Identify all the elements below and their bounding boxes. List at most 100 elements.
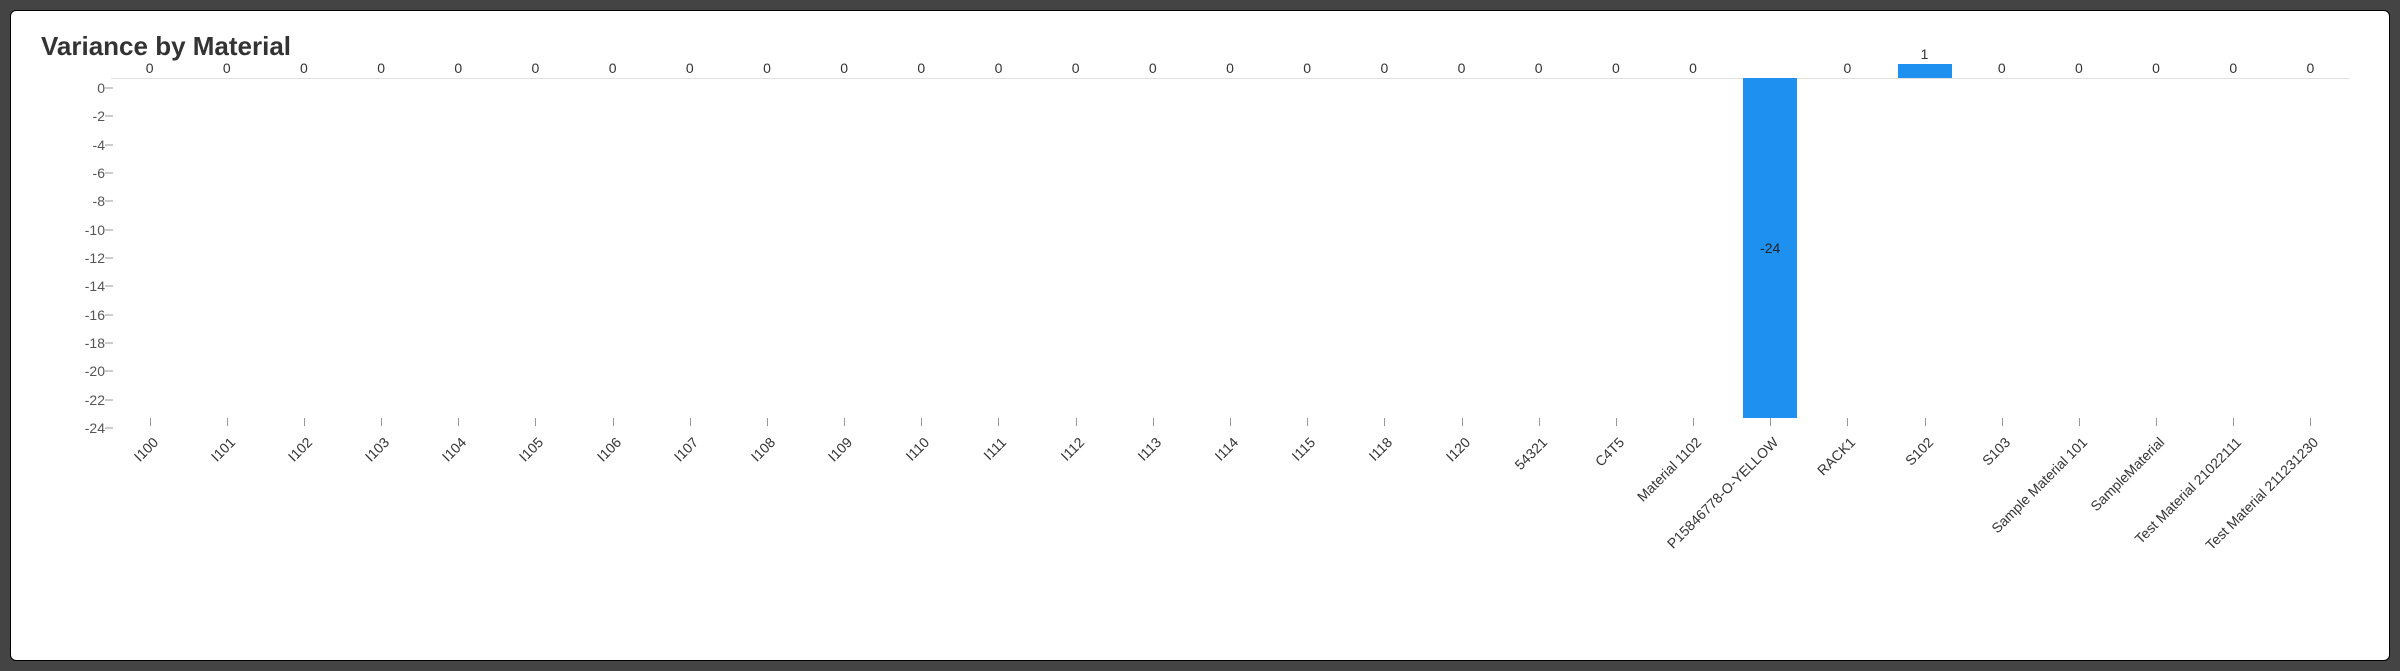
- bar-slot: 0I102: [265, 68, 342, 618]
- y-tick-label: -20: [85, 363, 105, 379]
- bar-slot: 0SampleMaterial: [2117, 68, 2194, 618]
- x-tick-mark: [1307, 418, 1308, 426]
- x-tick-mark: [2079, 418, 2080, 426]
- bar-slot: 0I103: [343, 68, 420, 618]
- x-tick-mark: [1616, 418, 1617, 426]
- x-tick-label: I101: [207, 434, 238, 465]
- bar-slot: 0I101: [188, 68, 265, 618]
- x-tick-mark: [1770, 418, 1771, 426]
- bar-value-label: 0: [1191, 60, 1268, 76]
- y-tick-label: -24: [85, 420, 105, 436]
- bar-value-label: 0: [343, 60, 420, 76]
- x-tick-mark: [1925, 418, 1926, 426]
- x-tick-mark: [1153, 418, 1154, 426]
- bar-slot: 0I118: [1346, 68, 1423, 618]
- bar-slot: 0I108: [728, 68, 805, 618]
- y-tick-label: -6: [93, 165, 105, 181]
- bar-slot: 0I115: [1269, 68, 1346, 618]
- x-tick-mark: [150, 418, 151, 426]
- x-tick-mark: [690, 418, 691, 426]
- bar-value-label: 0: [1037, 60, 1114, 76]
- bar-value-label: 0: [1963, 60, 2040, 76]
- x-tick-label: C4T5: [1592, 434, 1628, 470]
- x-tick-mark: [458, 418, 459, 426]
- x-tick-label: I103: [362, 434, 393, 465]
- bar-slot: 0I109: [806, 68, 883, 618]
- x-tick-mark: [1384, 418, 1385, 426]
- bar-slot: 0I104: [420, 68, 497, 618]
- chart-title: Variance by Material: [41, 31, 2359, 62]
- x-tick-mark: [998, 418, 999, 426]
- bar-slot: 0Test Material 21022111: [2195, 68, 2272, 618]
- x-tick-mark: [1539, 418, 1540, 426]
- bar-value-label: -24: [1732, 240, 1809, 256]
- bar-value-label: 0: [883, 60, 960, 76]
- y-tick-label: 0: [97, 80, 105, 96]
- x-tick-label: I109: [825, 434, 856, 465]
- bar-value-label: 0: [1346, 60, 1423, 76]
- chart-area: 0-2-4-6-8-10-12-14-16-18-20-22-24 0I1000…: [41, 68, 2359, 628]
- x-tick-label: RACK1: [1814, 434, 1858, 478]
- x-tick-mark: [2156, 418, 2157, 426]
- y-tick-label: -4: [93, 137, 105, 153]
- bar-value-label: 0: [1577, 60, 1654, 76]
- bar-slot: 0I106: [574, 68, 651, 618]
- y-tick-label: -18: [85, 335, 105, 351]
- bar-value-label: 0: [574, 60, 651, 76]
- bar-slot: 0Test Material 211231230: [2272, 68, 2349, 618]
- x-tick-mark: [1230, 418, 1231, 426]
- x-tick-mark: [304, 418, 305, 426]
- x-tick-mark: [535, 418, 536, 426]
- x-tick-mark: [2233, 418, 2234, 426]
- x-tick-label: I120: [1442, 434, 1473, 465]
- bar-slot: 0I110: [883, 68, 960, 618]
- bar-slot: 0S103: [1963, 68, 2040, 618]
- x-tick-label: 54321: [1511, 434, 1550, 473]
- x-tick-label: I104: [439, 434, 470, 465]
- bar-slot: 0RACK1: [1809, 68, 1886, 618]
- bar-value-label: 0: [1809, 60, 1886, 76]
- bar-slot: 0I107: [651, 68, 728, 618]
- bar-slot: 0I112: [1037, 68, 1114, 618]
- y-tick-label: -16: [85, 307, 105, 323]
- x-tick-label: I110: [903, 434, 933, 464]
- bar-slot: 0C4T5: [1577, 68, 1654, 618]
- bar-value-label: 0: [1500, 60, 1577, 76]
- x-tick-label: I115: [1289, 434, 1319, 464]
- bar-value-label: 0: [1269, 60, 1346, 76]
- bar-slot: 0I113: [1114, 68, 1191, 618]
- bar-slot: 0I100: [111, 68, 188, 618]
- x-tick-label: I118: [1366, 434, 1396, 464]
- x-tick-label: S102: [1901, 434, 1935, 468]
- bar-value-label: 1: [1886, 46, 1963, 62]
- bar-slot: -24P15846778-O-YELLOW: [1732, 68, 1809, 618]
- bar-slot: 0I105: [497, 68, 574, 618]
- chart-card: Variance by Material 0-2-4-6-8-10-12-14-…: [10, 10, 2390, 661]
- x-tick-mark: [613, 418, 614, 426]
- x-tick-mark: [381, 418, 382, 426]
- y-tick-label: -12: [85, 250, 105, 266]
- bar-value-label: 0: [111, 60, 188, 76]
- bar-slot: 0I114: [1191, 68, 1268, 618]
- y-tick-label: -22: [85, 392, 105, 408]
- bar-value-label: 0: [651, 60, 728, 76]
- bar-slot: 0I120: [1423, 68, 1500, 618]
- x-tick-label: I102: [285, 434, 316, 465]
- bar-slot: 1S102: [1886, 68, 1963, 618]
- x-tick-mark: [844, 418, 845, 426]
- bar-value-label: 0: [960, 60, 1037, 76]
- bars-container: 0I1000I1010I1020I1030I1040I1050I1060I107…: [111, 68, 2349, 618]
- x-tick-label: I107: [671, 434, 702, 465]
- x-tick-label: I114: [1211, 434, 1241, 464]
- bar-value-label: 0: [497, 60, 574, 76]
- x-tick-label: I100: [130, 434, 161, 465]
- bar-value-label: 0: [2117, 60, 2194, 76]
- bar-value-label: 0: [420, 60, 497, 76]
- x-tick-label: I113: [1134, 434, 1164, 464]
- x-tick-mark: [1847, 418, 1848, 426]
- bar-slot: 0I111: [960, 68, 1037, 618]
- y-axis: 0-2-4-6-8-10-12-14-16-18-20-22-24: [41, 78, 111, 418]
- bar-slot: 0Material 1102: [1654, 68, 1731, 618]
- x-tick-mark: [2310, 418, 2311, 426]
- y-tick-label: -14: [85, 278, 105, 294]
